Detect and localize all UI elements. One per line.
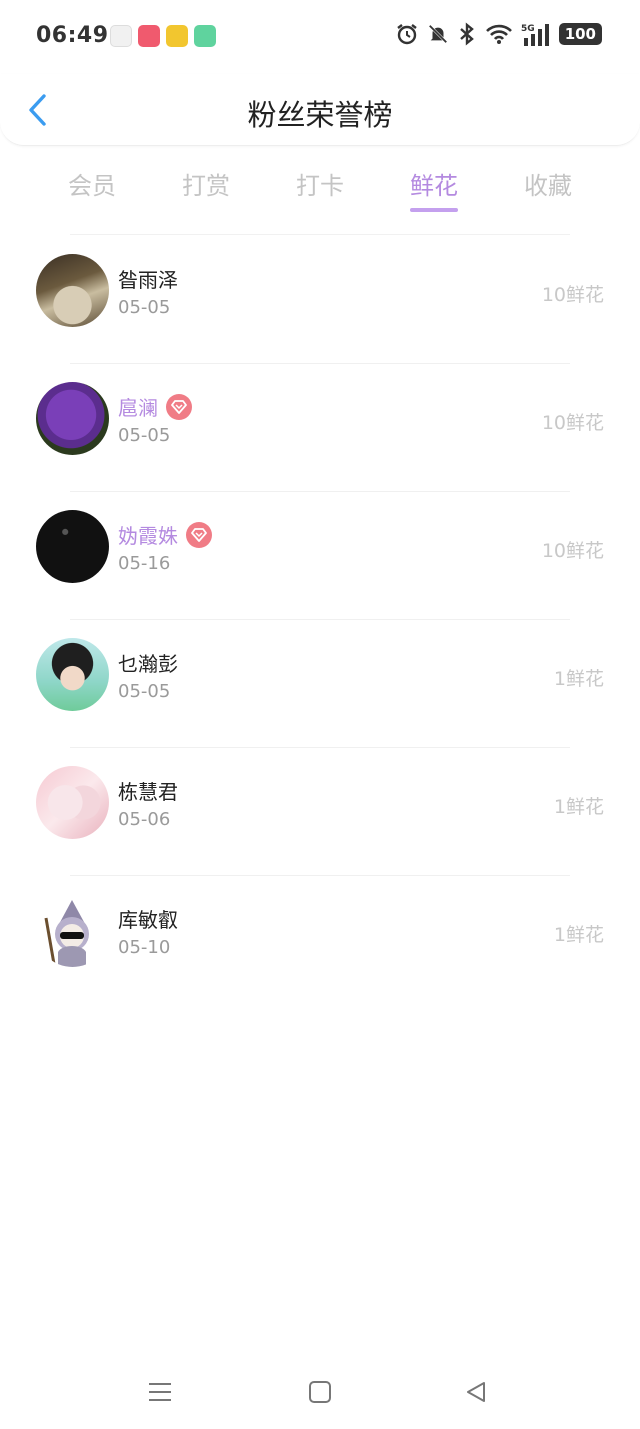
list-item[interactable]: 乜瀚彭 05-05 1鲜花	[0, 620, 640, 748]
battery-indicator: 100	[558, 23, 602, 45]
flower-count: 10鲜花	[541, 540, 604, 562]
page-header: 粉丝荣誉榜	[0, 74, 640, 146]
home-square-icon	[309, 1381, 331, 1403]
avatar[interactable]	[36, 382, 109, 455]
vip-diamond-icon	[166, 393, 192, 420]
tab-flowers[interactable]: 鲜花	[384, 166, 484, 201]
fan-date: 05-05	[118, 425, 171, 446]
flower-count: 1鲜花	[553, 924, 604, 946]
fan-date: 05-05	[118, 297, 171, 318]
list-item[interactable]: 昝雨泽 05-05 10鲜花	[0, 236, 640, 364]
fan-name: 乜瀚彭	[118, 652, 178, 676]
system-icons: 5G 100	[395, 22, 602, 46]
tab-membership[interactable]: 会员	[42, 166, 142, 201]
avatar[interactable]	[36, 638, 109, 711]
battery-app-icon	[194, 25, 216, 47]
alarm-icon	[396, 24, 417, 45]
app-notification-icon	[166, 25, 188, 47]
wifi-icon	[485, 24, 512, 44]
system-nav-bar	[0, 1360, 640, 1420]
tabs-divider	[70, 234, 570, 235]
tab-bar: 会员 打赏 打卡 鲜花 收藏	[0, 146, 640, 236]
menu-icon	[149, 1383, 171, 1401]
bluetooth-icon	[459, 22, 474, 46]
list-item[interactable]: 妫霞姝 05-16 10鲜花	[0, 492, 640, 620]
flower-count: 10鲜花	[541, 284, 604, 306]
avatar[interactable]	[36, 766, 109, 839]
avatar[interactable]	[36, 894, 109, 967]
tab-tips[interactable]: 打赏	[156, 166, 256, 201]
fan-ranking-list: 昝雨泽 05-05 10鲜花 扈澜 05-05 10鲜花 妫霞姝 05-16 1…	[0, 236, 640, 1004]
fan-date: 05-06	[118, 809, 171, 830]
back-triangle-icon	[467, 1382, 485, 1402]
clock-app-icon	[110, 25, 132, 47]
flower-count: 1鲜花	[553, 796, 604, 818]
page-title: 粉丝荣誉榜	[247, 98, 393, 132]
active-tab-indicator	[410, 208, 458, 212]
fan-name: 库敏叡	[118, 908, 178, 932]
fan-date: 05-10	[118, 937, 171, 958]
list-item[interactable]: 栋慧君 05-06 1鲜花	[0, 748, 640, 876]
flower-count: 10鲜花	[541, 412, 604, 434]
fan-name: 妫霞姝	[118, 524, 178, 548]
avatar[interactable]	[36, 510, 109, 583]
svg-text:5G: 5G	[521, 24, 535, 34]
xiaohongshu-app-icon	[138, 25, 160, 47]
tab-favorites[interactable]: 收藏	[498, 166, 598, 201]
status-bar: 06:49 5G 100	[0, 0, 640, 74]
flower-count: 1鲜花	[553, 668, 604, 690]
avatar[interactable]	[36, 254, 109, 327]
tab-checkin[interactable]: 打卡	[270, 166, 370, 201]
fan-name: 栋慧君	[118, 780, 178, 804]
fan-date: 05-16	[118, 553, 171, 574]
status-time: 06:49	[36, 23, 109, 48]
bell-muted-icon	[428, 24, 447, 44]
signal-5g-icon: 5G	[521, 24, 549, 46]
recent-apps-button[interactable]	[140, 1372, 180, 1412]
fan-name: 扈澜	[118, 396, 158, 420]
vip-diamond-icon	[186, 521, 212, 548]
home-button[interactable]	[300, 1372, 340, 1412]
list-item[interactable]: 扈澜 05-05 10鲜花	[0, 364, 640, 492]
notification-icons	[110, 25, 216, 47]
fan-date: 05-05	[118, 681, 171, 702]
fan-name: 昝雨泽	[118, 268, 178, 292]
list-item[interactable]: 库敏叡 05-10 1鲜花	[0, 876, 640, 1004]
system-back-button[interactable]	[456, 1372, 496, 1412]
